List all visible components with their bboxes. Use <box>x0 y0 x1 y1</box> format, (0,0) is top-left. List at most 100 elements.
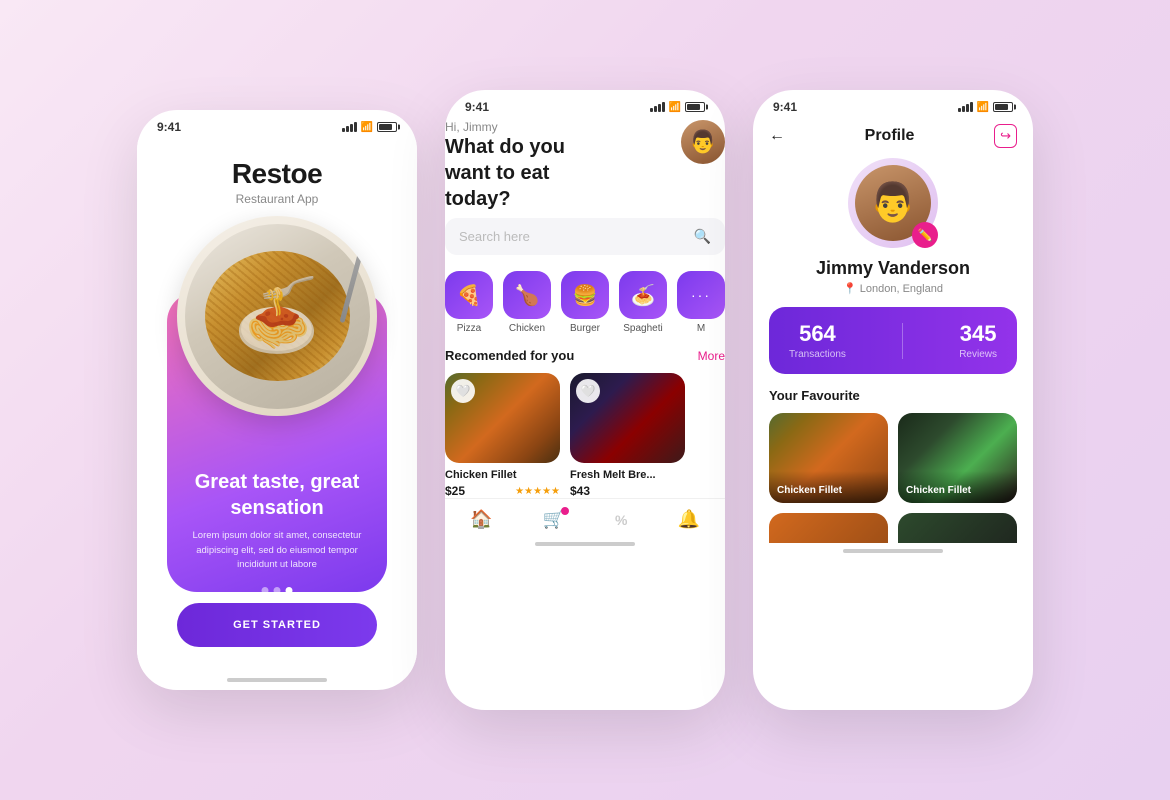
more-icon-box: ··· <box>677 271 725 319</box>
food-cards: 🤍 Chicken Fillet $25 ★★★★★ 🤍 Fresh Melt … <box>445 373 725 498</box>
greeting-row: Hi, Jimmy What do you want to eat today?… <box>445 120 725 212</box>
avatar-edit-button[interactable]: ✏️ <box>912 222 938 248</box>
category-spagheti[interactable]: 🍝 Spagheti <box>619 271 667 334</box>
recommended-header: Recomended for you More <box>445 348 725 363</box>
food-image: 🍝 <box>177 216 377 416</box>
transactions-label: Transactions <box>789 349 846 360</box>
more-button[interactable]: More <box>698 349 725 363</box>
heart-btn-2[interactable]: 🤍 <box>576 379 600 403</box>
burger-label: Burger <box>570 323 600 334</box>
spagheti-icon-box: 🍝 <box>619 271 667 319</box>
price-row-2: $43 <box>570 484 685 498</box>
search-bar[interactable]: Search here 🔍 <box>445 218 725 255</box>
status-time-3: 9:41 <box>773 100 797 114</box>
stat-reviews: 345 Reviews <box>959 321 997 360</box>
fav-label-1: Chicken Fillet <box>769 471 888 503</box>
home-indicator-2 <box>535 542 635 546</box>
search-icon: 🔍 <box>694 228 711 245</box>
favourites-grid: Chicken Fillet Chicken Fillet <box>769 413 1017 503</box>
logout-button[interactable]: ↪ <box>994 124 1017 148</box>
signal-icon-3 <box>958 102 973 112</box>
nav-home[interactable]: 🏠 <box>470 509 492 530</box>
search-placeholder: Search here <box>459 229 686 244</box>
fav-card-2[interactable]: Chicken Fillet <box>898 413 1017 503</box>
battery-icon-1 <box>377 122 397 132</box>
bottom-nav: 🏠 🛒 % 🔔 <box>445 498 725 536</box>
hero-text-area: Great taste, great sensation Lorem ipsum… <box>177 469 377 572</box>
greeting-question: What do you want to eat today? <box>445 134 615 212</box>
location-text: London, England <box>860 283 943 295</box>
burger-icon-box: 🍔 <box>561 271 609 319</box>
avatar-ring: 👨 ✏️ <box>848 158 938 248</box>
get-started-button[interactable]: GET STARTED <box>177 603 377 647</box>
chicken-icon-box: 🍗 <box>503 271 551 319</box>
status-icons-2: 📶 <box>650 102 705 113</box>
status-bar-3: 9:41 📶 <box>753 90 1033 120</box>
app-title: Restoe <box>232 158 322 190</box>
stat-divider <box>902 323 903 359</box>
food-name-1: Chicken Fillet <box>445 469 560 481</box>
battery-icon-2 <box>685 102 705 112</box>
hero-body: Lorem ipsum dolor sit amet, consectetur … <box>177 529 377 572</box>
category-burger[interactable]: 🍔 Burger <box>561 271 609 334</box>
food-card-1[interactable]: 🤍 Chicken Fillet $25 ★★★★★ <box>445 373 560 498</box>
battery-icon-3 <box>993 102 1013 112</box>
status-bar-2: 9:41 📶 <box>445 90 725 120</box>
dot-3 <box>286 587 293 594</box>
fav-partial-row <box>769 513 1017 543</box>
heart-btn-1[interactable]: 🤍 <box>451 379 475 403</box>
pizza-icon-box: 🍕 <box>445 271 493 319</box>
bell-nav-icon: 🔔 <box>678 509 700 530</box>
fav-card-1[interactable]: Chicken Fillet <box>769 413 888 503</box>
status-icons-3: 📶 <box>958 102 1013 113</box>
category-chicken[interactable]: 🍗 Chicken <box>503 271 551 334</box>
greeting-text: Hi, Jimmy What do you want to eat today? <box>445 120 615 212</box>
home-indicator-1 <box>227 678 327 682</box>
profile-location: 📍 London, England <box>843 282 943 295</box>
favourites-title: Your Favourite <box>769 388 1017 403</box>
food-price-1: $25 <box>445 484 465 498</box>
app-subtitle: Restaurant App <box>232 192 322 206</box>
dot-2 <box>274 587 281 594</box>
wifi-icon-2: 📶 <box>669 102 681 113</box>
food-name-2: Fresh Melt Bre... <box>570 469 685 481</box>
home-content: Hi, Jimmy What do you want to eat today?… <box>445 120 725 498</box>
recommended-title: Recomended for you <box>445 348 574 363</box>
reviews-label: Reviews <box>959 349 997 360</box>
status-bar-1: 9:41 📶 <box>137 110 417 140</box>
category-more[interactable]: ··· M <box>677 271 725 334</box>
phone-splash: 9:41 📶 Restoe Restaurant App <box>137 110 417 690</box>
splash-content: Restoe Restaurant App 🍝 <box>137 140 417 672</box>
food-img-1: 🤍 <box>445 373 560 463</box>
signal-icon-1 <box>342 122 357 132</box>
avatar-face: 👨 <box>681 120 725 164</box>
home-nav-icon: 🏠 <box>470 509 492 530</box>
food-price-2: $43 <box>570 484 590 498</box>
fav-card-3-partial <box>769 513 888 543</box>
wifi-icon-1: 📶 <box>361 122 373 133</box>
signal-icon-2 <box>650 102 665 112</box>
nav-offers[interactable]: % <box>615 512 627 528</box>
profile-content: ← Profile ↪ 👨 ✏️ Jimmy Vanderson 📍 Londo… <box>753 120 1033 543</box>
back-button[interactable]: ← <box>769 127 785 145</box>
more-cat-label: M <box>697 323 705 334</box>
fav-label-2: Chicken Fillet <box>898 471 1017 503</box>
reviews-number: 345 <box>959 321 997 347</box>
food-card-2[interactable]: 🤍 Fresh Melt Bre... $43 <box>570 373 685 498</box>
offers-nav-icon: % <box>615 512 627 528</box>
nav-notifications[interactable]: 🔔 <box>678 509 700 530</box>
status-time-2: 9:41 <box>465 100 489 114</box>
spagheti-label: Spagheti <box>623 323 662 334</box>
stat-transactions: 564 Transactions <box>789 321 846 360</box>
location-icon: 📍 <box>843 282 857 295</box>
category-pizza[interactable]: 🍕 Pizza <box>445 271 493 334</box>
stats-card: 564 Transactions 345 Reviews <box>769 307 1017 374</box>
category-row: 🍕 Pizza 🍗 Chicken 🍔 Burger 🍝 Spagheti ··… <box>445 271 725 334</box>
nav-cart[interactable]: 🛒 <box>543 509 565 530</box>
home-indicator-3 <box>843 549 943 553</box>
pizza-label: Pizza <box>457 323 481 334</box>
dot-1 <box>262 587 269 594</box>
chicken-label: Chicken <box>509 323 545 334</box>
price-row-1: $25 ★★★★★ <box>445 484 560 498</box>
user-avatar[interactable]: 👨 <box>681 120 725 164</box>
